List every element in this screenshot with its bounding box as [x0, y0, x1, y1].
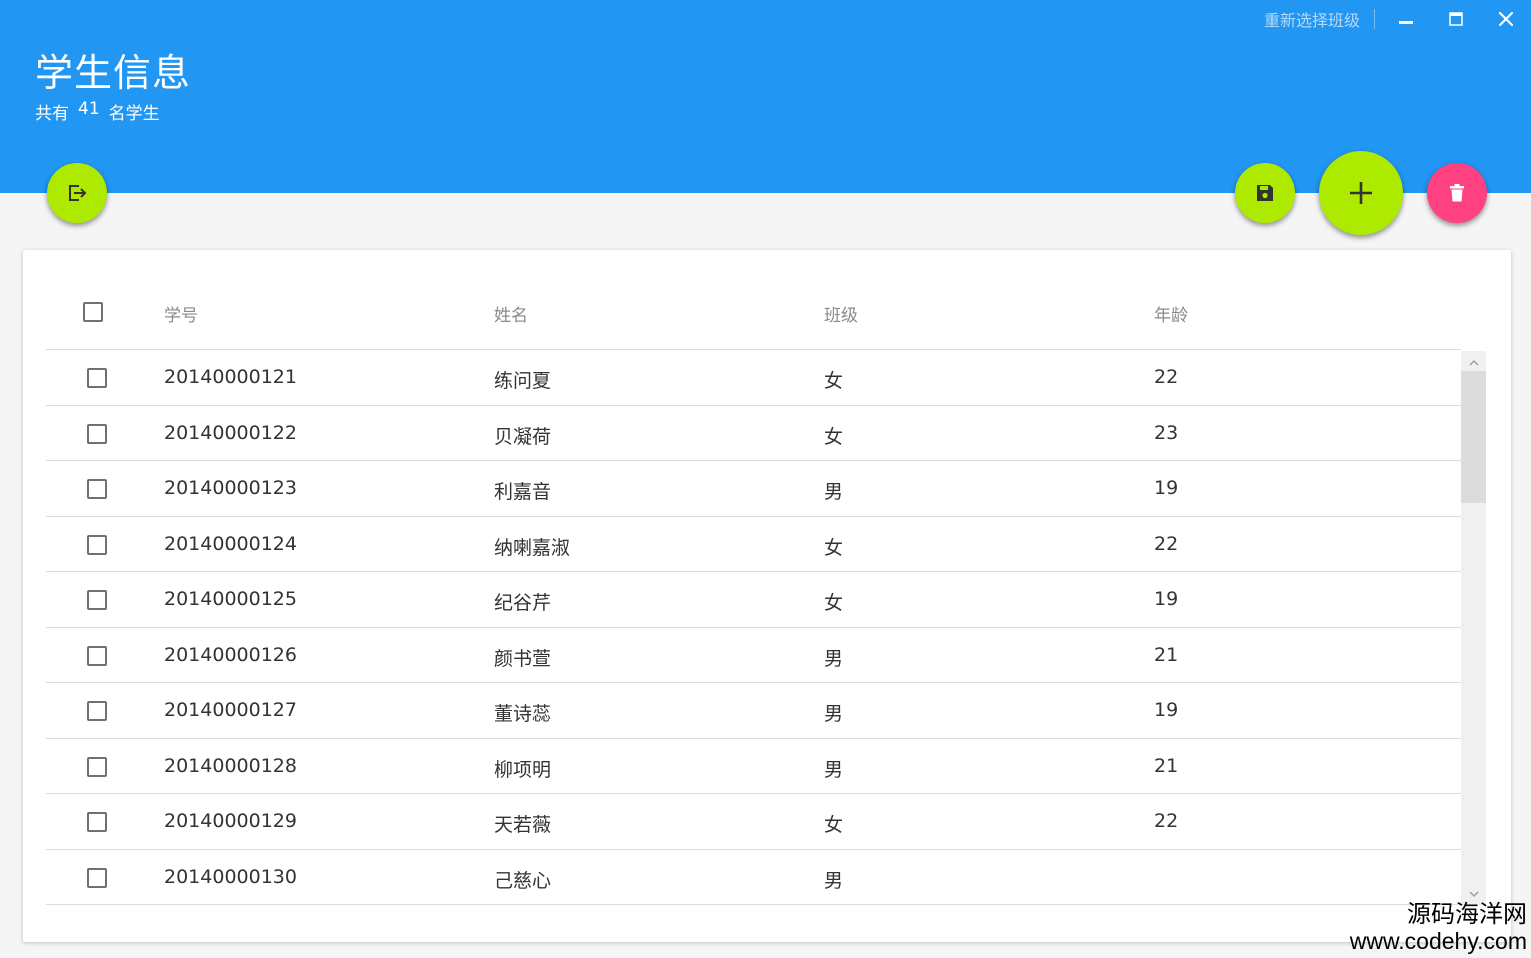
student-age: 23: [1154, 421, 1179, 444]
save-icon: [1257, 185, 1273, 201]
table-row[interactable]: 20140000122 贝凝荷 女 23: [46, 406, 1461, 461]
plus-icon: [1350, 182, 1372, 204]
watermark: 源码海洋网 www.codehy.com: [1350, 900, 1527, 954]
student-id: 20140000126: [164, 643, 297, 666]
close-button[interactable]: [1481, 0, 1531, 38]
row-checkbox[interactable]: [87, 479, 107, 499]
row-checkbox[interactable]: [87, 756, 107, 777]
student-class: 男: [824, 703, 844, 725]
student-class: 女: [824, 370, 844, 392]
table-row[interactable]: 20140000130 己慈心 男: [46, 850, 1461, 905]
student-id: 20140000121: [164, 366, 297, 388]
student-name: 柳项明: [494, 758, 552, 781]
student-name: 天若薇: [494, 814, 552, 836]
table-row[interactable]: 20140000124 纳喇嘉淑 女 22: [46, 517, 1461, 572]
scroll-thumb[interactable]: [1461, 371, 1486, 503]
student-class: 女: [824, 536, 844, 559]
chevron-down-icon: [1469, 891, 1478, 897]
window-controls: 重新选择班级: [1250, 0, 1531, 38]
table-row[interactable]: 20140000126 颜书萱 男 21: [46, 628, 1461, 683]
table-body: 20140000121 练问夏 女 22 20140000122 贝凝荷 女 2…: [46, 350, 1461, 905]
student-class: 女: [824, 814, 844, 836]
scroll-up-arrow[interactable]: [1461, 353, 1486, 371]
table-header: 学号 姓名 班级 年龄: [46, 250, 1461, 350]
row-checkbox[interactable]: [87, 645, 107, 666]
student-age: 22: [1154, 810, 1179, 832]
student-class: 女: [824, 425, 844, 448]
save-button[interactable]: [1235, 163, 1295, 223]
student-class: 男: [824, 481, 844, 503]
close-icon: [1499, 12, 1513, 26]
student-age: 19: [1154, 699, 1179, 721]
row-checkbox[interactable]: [87, 701, 107, 721]
student-name: 练问夏: [494, 370, 552, 392]
student-table-card: 学号 姓名 班级 年龄 20140000121 练问夏 女 22 2014000…: [23, 250, 1511, 942]
student-id: 20140000128: [164, 754, 297, 777]
student-id: 20140000125: [164, 588, 297, 610]
row-checkbox[interactable]: [87, 423, 107, 444]
watermark-line2: www.codehy.com: [1349, 928, 1527, 954]
student-id: 20140000127: [164, 699, 297, 721]
minimize-button[interactable]: [1381, 0, 1431, 38]
table-row[interactable]: 20140000125 纪谷芹 女 19: [46, 572, 1461, 628]
student-count-summary: 共有 41 名学生: [35, 99, 160, 124]
row-checkbox[interactable]: [87, 812, 107, 832]
student-name: 贝凝荷: [494, 425, 552, 448]
trash-icon: [1450, 184, 1464, 202]
column-header-name[interactable]: 姓名: [494, 301, 528, 326]
row-checkbox[interactable]: [87, 590, 107, 610]
student-name: 纳喇嘉淑: [494, 536, 571, 559]
exit-icon: [69, 185, 87, 201]
column-header-class[interactable]: 班级: [824, 301, 858, 326]
maximize-button[interactable]: [1431, 0, 1481, 38]
student-class: 女: [824, 592, 844, 614]
table-row[interactable]: 20140000127 董诗蕊 男 19: [46, 683, 1461, 739]
student-name: 颜书萱: [494, 647, 552, 670]
table-row[interactable]: 20140000123 利嘉音 男 19: [46, 461, 1461, 517]
select-all-checkbox[interactable]: [83, 302, 103, 322]
student-class: 男: [824, 758, 844, 781]
row-checkbox[interactable]: [87, 534, 107, 555]
watermark-line1: 源码海洋网: [1407, 900, 1527, 928]
student-age: 19: [1154, 477, 1179, 499]
table-row[interactable]: 20140000121 练问夏 女 22: [46, 350, 1461, 406]
exit-button[interactable]: [47, 163, 107, 223]
app-header: 学生信息 共有 41 名学生 重新选择班级: [0, 0, 1531, 193]
student-age: 22: [1154, 366, 1179, 388]
table-row[interactable]: 20140000128 柳项明 男 21: [46, 739, 1461, 794]
student-age: 21: [1154, 643, 1179, 666]
student-name: 董诗蕊: [494, 703, 552, 725]
chevron-up-icon: [1469, 359, 1478, 365]
student-age: 21: [1154, 754, 1179, 777]
table-row[interactable]: 20140000129 天若薇 女 22: [46, 794, 1461, 850]
column-header-age[interactable]: 年龄: [1154, 301, 1188, 326]
student-name: 利嘉音: [494, 481, 552, 503]
row-checkbox[interactable]: [87, 867, 107, 888]
delete-button[interactable]: [1427, 163, 1487, 223]
student-id: 20140000129: [164, 810, 297, 832]
add-student-button[interactable]: [1319, 151, 1403, 235]
student-age: 22: [1154, 532, 1179, 555]
student-class: 男: [824, 647, 844, 670]
divider: [1374, 9, 1375, 29]
row-checkbox[interactable]: [87, 368, 107, 388]
maximize-icon: [1449, 12, 1463, 26]
student-id: 20140000124: [164, 532, 297, 555]
reselect-class-button[interactable]: 重新选择班级: [1250, 7, 1374, 31]
student-count: 41: [78, 99, 100, 119]
student-id: 20140000122: [164, 421, 297, 444]
column-header-id[interactable]: 学号: [164, 301, 198, 326]
student-id: 20140000130: [164, 865, 297, 888]
minimize-icon: [1399, 21, 1413, 24]
table-scrollbar[interactable]: [1461, 351, 1486, 905]
count-suffix: 名学生: [108, 104, 160, 124]
page-title: 学生信息: [35, 51, 192, 95]
count-prefix: 共有: [35, 104, 69, 124]
student-age: 19: [1154, 588, 1179, 610]
student-class: 男: [824, 869, 844, 892]
student-name: 己慈心: [494, 869, 552, 892]
student-id: 20140000123: [164, 477, 297, 499]
student-name: 纪谷芹: [494, 592, 552, 614]
